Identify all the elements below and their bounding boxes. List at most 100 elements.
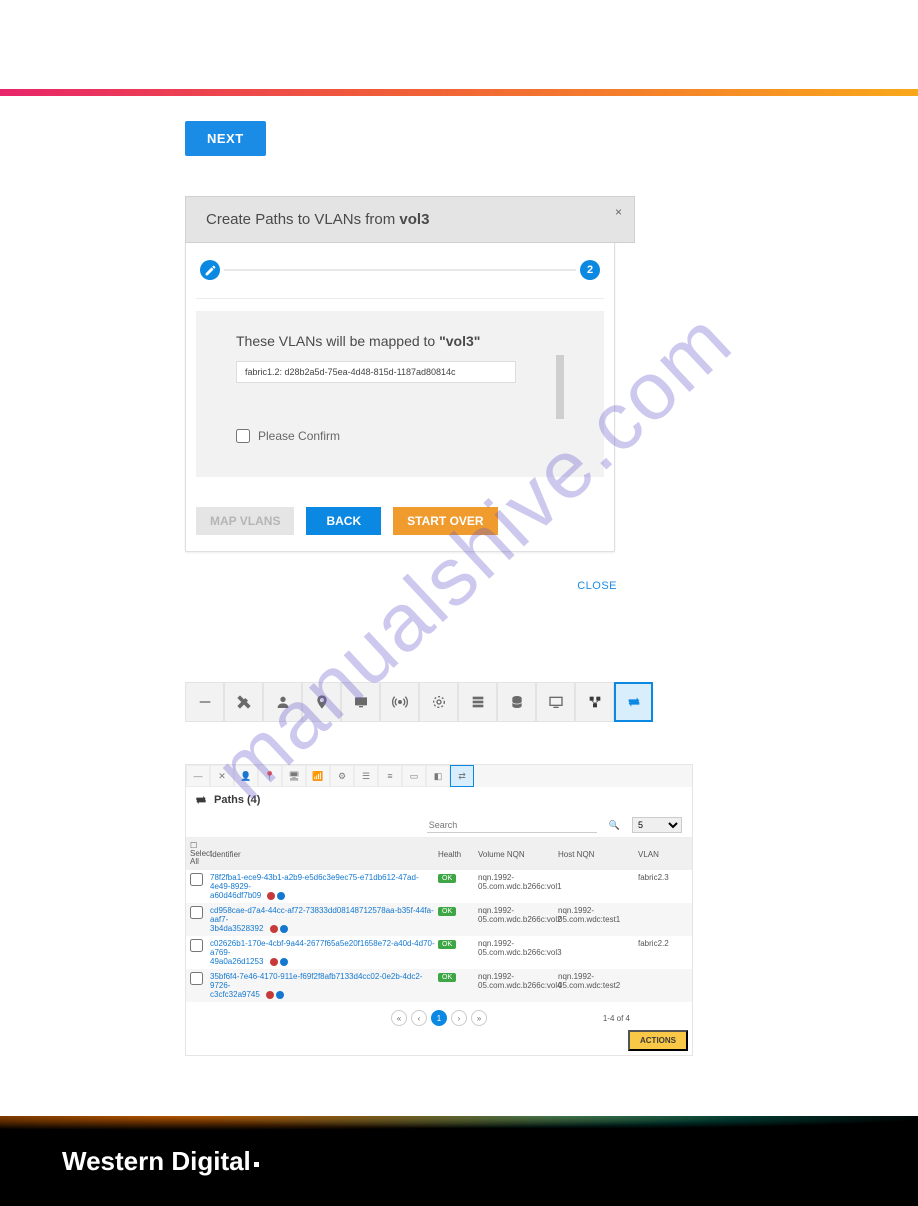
tool-user-icon[interactable] xyxy=(263,682,302,722)
start-over-button[interactable]: START OVER xyxy=(393,507,497,535)
delete-icon[interactable] xyxy=(270,925,278,933)
row-identifier[interactable]: 78f2fba1-ece9-43b1-a2b9-e5d6c3e9ec75-e71… xyxy=(210,873,419,891)
close-link[interactable]: CLOSE xyxy=(185,580,617,592)
mini-wireless-icon[interactable]: 📶 xyxy=(306,765,330,787)
mini-monitor-icon[interactable]: 🖥 xyxy=(282,765,306,787)
info-icon[interactable] xyxy=(277,892,285,900)
col-identifier[interactable]: Identifier xyxy=(210,850,438,859)
row-checkbox[interactable] xyxy=(190,939,203,952)
mini-minus-icon[interactable]: — xyxy=(186,765,210,787)
row-volnqn: nqn.1992-05.com.wdc.b266c:vol4 xyxy=(478,972,558,990)
scrollbar[interactable] xyxy=(556,355,564,419)
health-badge: OK xyxy=(438,907,456,916)
delete-icon[interactable] xyxy=(266,991,274,999)
create-paths-dialog-header: Create Paths to VLANs from vol3 × xyxy=(185,196,635,243)
info-icon[interactable] xyxy=(280,958,288,966)
tool-minus-icon[interactable] xyxy=(185,682,224,722)
main-toolbar xyxy=(185,682,733,722)
row-identifier-2[interactable]: a60d46df7b09 xyxy=(210,891,261,900)
gradient-bar xyxy=(0,89,918,96)
delete-icon[interactable] xyxy=(270,958,278,966)
tool-location-icon[interactable] xyxy=(302,682,341,722)
step-1-pencil-icon[interactable] xyxy=(200,260,220,280)
next-button[interactable]: NEXT xyxy=(185,121,266,156)
confirm-checkbox[interactable] xyxy=(236,429,250,443)
pager-last[interactable]: » xyxy=(471,1010,487,1026)
mini-tools-icon[interactable]: ✕ xyxy=(210,765,234,787)
tool-gear-icon[interactable] xyxy=(419,682,458,722)
dialog-title-volume: vol3 xyxy=(399,211,429,228)
tool-tools-icon[interactable] xyxy=(224,682,263,722)
tool-paths-icon[interactable] xyxy=(614,682,653,722)
tool-monitor-icon[interactable] xyxy=(341,682,380,722)
row-checkbox[interactable] xyxy=(190,906,203,919)
info-icon[interactable] xyxy=(276,991,284,999)
row-volnqn: nqn.1992-05.com.wdc.b266c:vol3 xyxy=(478,939,558,957)
pager-next[interactable]: › xyxy=(451,1010,467,1026)
mini-topology-icon[interactable]: ◧ xyxy=(426,765,450,787)
tool-display-icon[interactable] xyxy=(536,682,575,722)
health-badge: OK xyxy=(438,874,456,883)
tool-database-icon[interactable] xyxy=(497,682,536,722)
row-volnqn: nqn.1992-05.com.wdc.b266c:vol1 xyxy=(478,873,558,891)
table-row: c02626b1-170e-4cbf-9a44-2677f65a5e20f165… xyxy=(186,936,692,969)
delete-icon[interactable] xyxy=(267,892,275,900)
wizard-body-heading: These VLANs will be mapped to "vol3" xyxy=(236,333,574,349)
pager-prev[interactable]: ‹ xyxy=(411,1010,427,1026)
row-hostnqn: nqn.1992-05.com.wdc:test2 xyxy=(558,972,638,990)
col-select[interactable]: ☐ Select All xyxy=(190,842,210,866)
actions-button[interactable]: ACTIONS xyxy=(628,1030,688,1051)
confirm-label: Please Confirm xyxy=(258,429,340,443)
mini-database-icon[interactable]: ≡ xyxy=(378,765,402,787)
row-checkbox[interactable] xyxy=(190,873,203,886)
map-vlans-button[interactable]: MAP VLANS xyxy=(196,507,294,535)
tool-topology-icon[interactable] xyxy=(575,682,614,722)
mini-user-icon[interactable]: 👤 xyxy=(234,765,258,787)
row-identifier-2[interactable]: 49a0a26d1253 xyxy=(210,957,263,966)
tool-wireless-icon[interactable] xyxy=(380,682,419,722)
step-2-circle[interactable]: 2 xyxy=(580,260,600,280)
page-size-select[interactable]: 5 xyxy=(632,817,682,833)
search-input[interactable] xyxy=(427,818,597,833)
col-hostnqn[interactable]: Host NQN xyxy=(558,850,638,859)
wizard-body: These VLANs will be mapped to "vol3" fab… xyxy=(196,311,604,477)
row-vlan: fabric2.2 xyxy=(638,939,688,948)
mini-storage-icon[interactable]: ☰ xyxy=(354,765,378,787)
pager-first[interactable]: « xyxy=(391,1010,407,1026)
col-vlan[interactable]: VLAN xyxy=(638,850,688,859)
col-volnqn[interactable]: Volume NQN xyxy=(478,850,558,859)
row-checkbox[interactable] xyxy=(190,972,203,985)
table-row: 35bf6f4-7e46-4170-911e-f69f2f8afb7133d4c… xyxy=(186,969,692,1002)
row-identifier-2[interactable]: 3b4da3528392 xyxy=(210,924,263,933)
info-icon[interactable] xyxy=(280,925,288,933)
tool-storage-icon[interactable] xyxy=(458,682,497,722)
row-identifier[interactable]: cd958cae-d7a4-44cc-af72-73833dd081487125… xyxy=(210,906,434,924)
search-row: 🔍 5 xyxy=(186,813,692,838)
paths-header-label: Paths (4) xyxy=(214,794,260,806)
paths-header: Paths (4) xyxy=(186,787,692,813)
row-identifier-2[interactable]: c3cfc32a9745 xyxy=(210,990,260,999)
dialog-title-prefix: Create Paths to VLANs from xyxy=(206,211,399,228)
close-icon[interactable]: × xyxy=(615,205,622,219)
row-identifier[interactable]: 35bf6f4-7e46-4170-911e-f69f2f8afb7133d4c… xyxy=(210,972,422,990)
mini-display-icon[interactable]: ▭ xyxy=(402,765,426,787)
mini-paths-icon[interactable]: ⇄ xyxy=(450,765,474,787)
pager-page-1[interactable]: 1 xyxy=(431,1010,447,1026)
search-icon[interactable]: 🔍 xyxy=(609,820,620,831)
col-health[interactable]: Health xyxy=(438,850,478,859)
row-hostnqn: nqn.1992-05.com.wdc:test1 xyxy=(558,906,638,924)
mini-gear-icon[interactable]: ⚙ xyxy=(330,765,354,787)
pager-count: 1-4 of 4 xyxy=(603,1014,630,1023)
step-line xyxy=(224,269,576,271)
paths-mini-toolbar: — ✕ 👤 📍 🖥 📶 ⚙ ☰ ≡ ▭ ◧ ⇄ xyxy=(186,765,692,787)
wizard-panel: 2 These VLANs will be mapped to "vol3" f… xyxy=(185,241,615,552)
back-button[interactable]: BACK xyxy=(306,507,381,535)
pager: « ‹ 1 › » 1-4 of 4 xyxy=(186,1002,692,1032)
footer-brand: Western Digital xyxy=(62,1146,260,1177)
wizard-actions: MAP VLANS BACK START OVER xyxy=(196,507,604,535)
row-vlan: fabric2.3 xyxy=(638,873,688,882)
health-badge: OK xyxy=(438,973,456,982)
row-identifier[interactable]: c02626b1-170e-4cbf-9a44-2677f65a5e20f165… xyxy=(210,939,435,957)
mini-location-icon[interactable]: 📍 xyxy=(258,765,282,787)
health-badge: OK xyxy=(438,940,456,949)
